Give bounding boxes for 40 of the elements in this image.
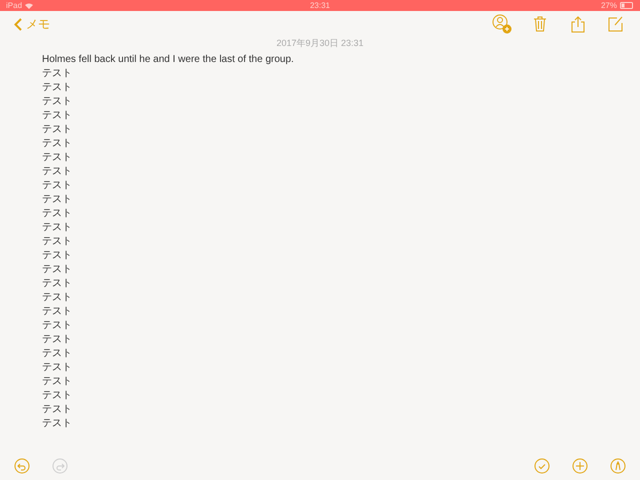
note-line: テスト — [42, 249, 73, 263]
note-line: テスト — [42, 291, 73, 305]
note-line: テスト — [42, 151, 73, 165]
note-line: テスト — [42, 403, 73, 417]
note-line: テスト — [42, 67, 73, 81]
note-line: テスト — [42, 95, 73, 109]
status-time: 23:31 — [310, 1, 330, 10]
note-line: テスト — [42, 235, 73, 249]
note-line: テスト — [42, 109, 73, 123]
note-line: テスト — [42, 389, 73, 403]
note-line: テスト — [42, 305, 73, 319]
note-line: テスト — [42, 123, 73, 137]
note-line: テスト — [42, 277, 73, 291]
note-line: テスト — [42, 165, 73, 179]
note-date: 2017年9月30日 23:31 — [275, 37, 365, 50]
note-line: Holmes fell back until he and I were the last of the group. — [42, 53, 295, 67]
checklist-button[interactable] — [532, 456, 552, 476]
note-line: テスト — [42, 263, 73, 277]
chevron-icon — [14, 18, 22, 30]
note-line: テスト — [42, 207, 73, 221]
device-name: iPad — [6, 1, 22, 10]
wifi-icon — [25, 2, 34, 8]
pen-button[interactable] — [608, 456, 628, 476]
note-line: テスト — [42, 137, 73, 151]
note-line: テスト — [42, 361, 73, 375]
note-line: テスト — [42, 81, 73, 95]
note-line: テスト — [42, 375, 73, 389]
undo-button[interactable] — [12, 456, 32, 476]
note-line: テスト — [42, 193, 73, 207]
battery-percent: 27% — [600, 1, 617, 10]
add-button[interactable] — [570, 456, 590, 476]
battery-icon — [620, 2, 634, 9]
note-line: テスト — [42, 417, 73, 431]
add-person-button[interactable] — [492, 14, 512, 34]
note-line: テスト — [42, 179, 73, 193]
back-button[interactable]: メモ — [14, 16, 50, 32]
note-line: テスト — [42, 333, 73, 347]
note-line: テスト — [42, 347, 73, 361]
note-line: テスト — [42, 221, 73, 235]
note-line: テスト — [42, 319, 73, 333]
